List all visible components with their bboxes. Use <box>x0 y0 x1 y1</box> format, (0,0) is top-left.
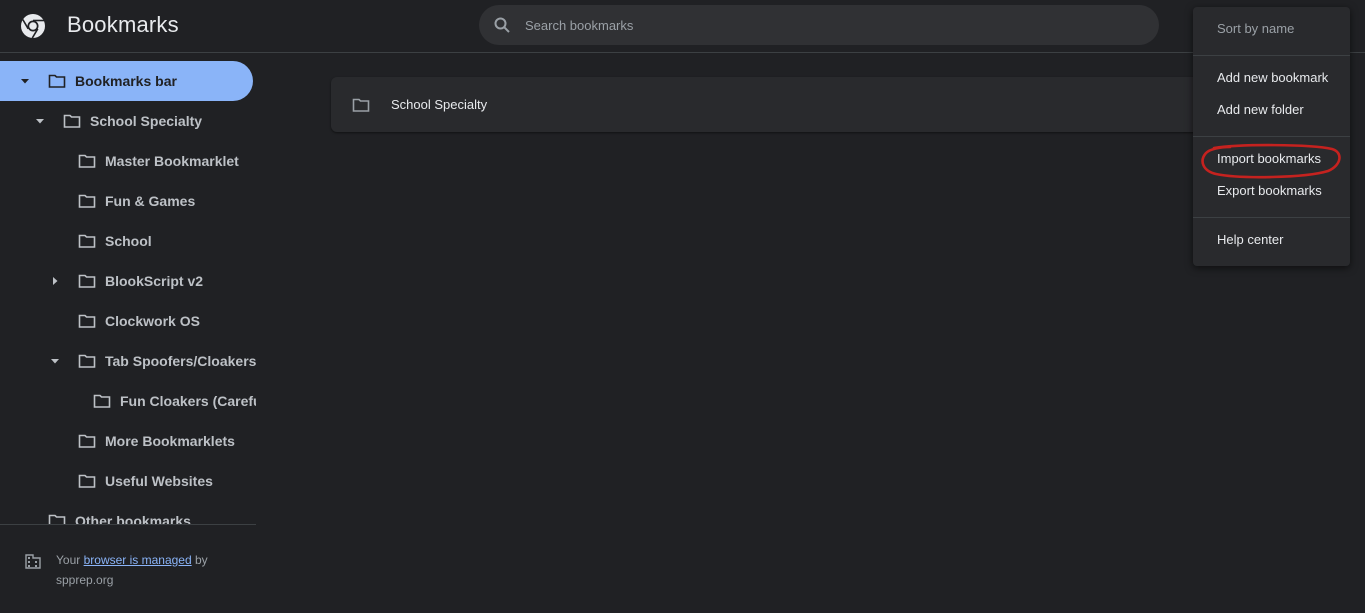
folder-icon <box>93 394 111 408</box>
menu-separator <box>1193 55 1350 56</box>
bookmark-list-item[interactable]: School Specialty <box>331 77 1231 132</box>
chrome-logo-icon <box>21 14 45 39</box>
tree-item-label: Tab Spoofers/Cloakers <box>105 353 256 369</box>
folder-icon <box>63 114 81 128</box>
tree-item-label: Fun Cloakers (Careful <box>120 393 256 409</box>
page-title: Bookmarks <box>67 12 179 37</box>
tree-item-label: Bookmarks bar <box>75 73 177 89</box>
tree-item-school[interactable]: School <box>0 221 256 261</box>
tree-item-useful-websites[interactable]: Useful Websites <box>0 461 256 501</box>
building-icon <box>25 554 41 569</box>
menu-separator <box>1193 217 1350 218</box>
menu-item-help-center[interactable]: Help center <box>1193 224 1350 256</box>
menu-item-add-bookmark[interactable]: Add new bookmark <box>1193 62 1350 94</box>
folder-tree: Bookmarks bar School Specialty Master Bo… <box>0 53 256 525</box>
tree-item-label: Fun & Games <box>105 193 196 209</box>
folder-icon <box>78 354 96 368</box>
tree-item-bookmarks-bar[interactable]: Bookmarks bar <box>0 61 253 101</box>
menu-separator <box>1193 136 1350 137</box>
tree-item-label: Master Bookmarklet <box>105 153 239 169</box>
sidebar-divider <box>0 524 256 525</box>
expand-arrow-down-icon[interactable] <box>50 356 60 366</box>
menu-item-sort-by-name[interactable]: Sort by name <box>1193 13 1350 45</box>
expand-arrow-down-icon[interactable] <box>20 76 30 86</box>
tree-item-master-bookmarklet[interactable]: Master Bookmarklet <box>0 141 256 181</box>
folder-icon <box>78 154 96 168</box>
tree-item-clockwork-os[interactable]: Clockwork OS <box>0 301 256 341</box>
tree-item-tab-spoofers[interactable]: Tab Spoofers/Cloakers <box>0 341 256 381</box>
tree-item-more-bookmarklets[interactable]: More Bookmarklets <box>0 421 256 461</box>
organize-menu: Sort by name Add new bookmark Add new fo… <box>1193 7 1350 266</box>
search-input[interactable] <box>525 5 1125 45</box>
managed-suffix: by <box>191 553 208 567</box>
folder-icon <box>78 194 96 208</box>
folder-icon <box>352 98 370 112</box>
browser-managed-link[interactable]: browser is managed <box>84 553 192 567</box>
menu-item-add-folder[interactable]: Add new folder <box>1193 94 1350 126</box>
menu-item-export-bookmarks[interactable]: Export bookmarks <box>1193 175 1350 207</box>
tree-item-label: School Specialty <box>90 113 203 129</box>
folder-icon <box>48 74 66 88</box>
search-box[interactable] <box>479 5 1159 45</box>
tree-item-label: Useful Websites <box>105 473 213 489</box>
tree-item-label: Clockwork OS <box>105 313 200 329</box>
managed-domain: spprep.org <box>56 573 114 587</box>
expand-arrow-right-icon[interactable] <box>50 276 60 286</box>
tree-item-other-bookmarks[interactable]: Other bookmarks <box>0 501 256 525</box>
tree-item-school-specialty[interactable]: School Specialty <box>0 101 256 141</box>
tree-item-fun-cloakers[interactable]: Fun Cloakers (Careful <box>0 381 256 421</box>
tree-item-blookscript-v2[interactable]: BlookScript v2 <box>0 261 256 301</box>
folder-icon <box>78 234 96 248</box>
menu-item-import-bookmarks[interactable]: Import bookmarks <box>1193 143 1350 175</box>
folder-icon <box>78 434 96 448</box>
folder-icon <box>78 314 96 328</box>
tree-item-fun-games[interactable]: Fun & Games <box>0 181 256 221</box>
expand-arrow-down-icon[interactable] <box>35 116 45 126</box>
tree-item-label: BlookScript v2 <box>105 273 204 289</box>
folder-icon <box>78 274 96 288</box>
top-bar: Bookmarks <box>0 0 1365 53</box>
folder-icon <box>78 474 96 488</box>
managed-prefix: Your <box>56 553 84 567</box>
bookmark-item-label: School Specialty <box>391 97 488 112</box>
tree-item-label: More Bookmarklets <box>105 433 235 449</box>
search-icon <box>494 17 510 33</box>
tree-item-label: School <box>105 233 152 249</box>
